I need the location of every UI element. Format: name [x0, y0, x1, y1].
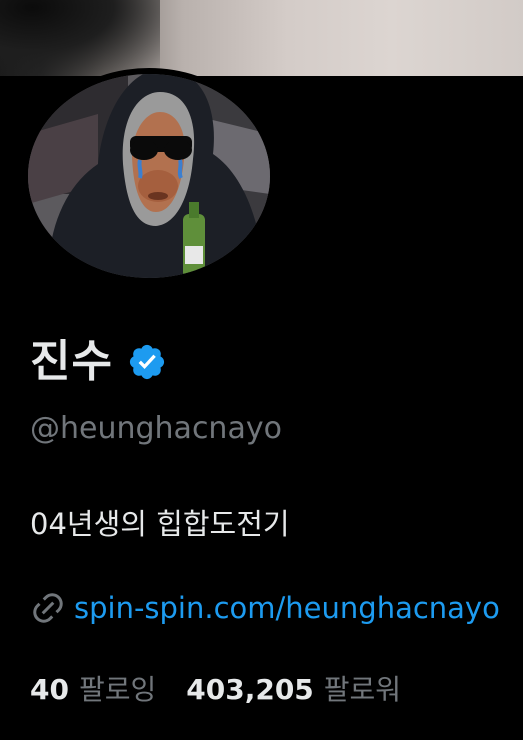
followers-label: 팔로워 [323, 673, 402, 706]
display-name-row: 진수 [30, 332, 167, 392]
follow-stats: 40 팔로잉 403,205 팔로워 [30, 676, 401, 704]
followers-count: 403,205 [186, 673, 314, 706]
following-count: 40 [30, 673, 69, 706]
following-stat[interactable]: 40 팔로잉 [30, 676, 156, 704]
followers-stat[interactable]: 403,205 팔로워 [186, 676, 401, 704]
profile-page: 진수 @heunghacnayo 04년생의 힙합도전기 spin-spin.c… [0, 0, 523, 740]
avatar-image [28, 74, 270, 278]
display-name: 진수 [30, 336, 113, 387]
handle: @heunghacnayo [30, 411, 282, 446]
avatar[interactable] [28, 74, 270, 278]
following-label: 팔로잉 [78, 673, 157, 706]
bio: 04년생의 힙합도전기 [30, 507, 290, 541]
profile-link[interactable]: spin-spin.com/heunghacnayo [74, 593, 500, 623]
verified-badge-icon[interactable] [127, 342, 167, 382]
link-icon [33, 593, 63, 623]
avatar-container[interactable] [22, 68, 276, 286]
profile-banner[interactable] [0, 0, 523, 76]
banner-shadow [0, 0, 160, 76]
profile-link-row: spin-spin.com/heunghacnayo [30, 588, 523, 628]
